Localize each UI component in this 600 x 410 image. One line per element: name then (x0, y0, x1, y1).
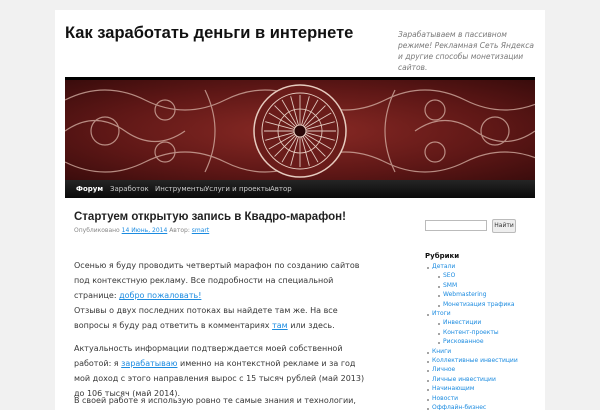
category-link[interactable]: Монетизация трафика (443, 301, 515, 308)
meta-published-label: Опубликовано (74, 227, 120, 234)
paragraph-text: Осенью я буду проводить четвертый марафо… (74, 261, 360, 300)
category-bullet (427, 389, 429, 392)
search-input[interactable] (425, 220, 487, 231)
category-bullet (427, 379, 429, 382)
search-button[interactable]: Найти (492, 219, 516, 233)
post-paragraph-3: Актуальность информации подтверждается м… (74, 341, 374, 401)
category-bullet (427, 267, 429, 269)
post: Стартуем открытую запись в Квадро-марафо… (74, 211, 374, 405)
category-link[interactable]: Личные инвестиции (432, 376, 496, 383)
nav-item-earnings[interactable]: Заработок (110, 180, 149, 198)
categories-title: Рубрики (425, 252, 460, 260)
category-link[interactable]: Начинающим (432, 385, 474, 392)
post-author-link[interactable]: smart (192, 227, 209, 234)
comments-link[interactable]: там (272, 321, 288, 330)
category-link[interactable]: Webmastering (443, 291, 487, 298)
category-link[interactable]: SMM (443, 282, 457, 289)
category-link[interactable]: Инвестиции (443, 319, 481, 326)
post-paragraph-1: Осенью я буду проводить четвертый марафо… (74, 258, 374, 303)
category-link[interactable]: Книги (432, 348, 451, 355)
category-link[interactable]: Детали (432, 263, 455, 270)
category-link[interactable]: Рискованное (443, 338, 484, 345)
category-bullet (427, 351, 429, 354)
meta-author-label: Автор: (169, 227, 190, 234)
site-title[interactable]: Как заработать деньги в интернете (65, 24, 353, 43)
page: Как заработать деньги в интернете Зараба… (55, 10, 545, 410)
nav-item-forum[interactable]: Форум (76, 180, 103, 198)
nav-item-author[interactable]: Автор (270, 180, 292, 198)
category-bullet (438, 342, 440, 345)
post-title[interactable]: Стартуем открытую запись в Квадро-марафо… (74, 211, 374, 223)
nav-item-services[interactable]: Услуги и проекты (205, 180, 270, 198)
category-bullet (438, 323, 440, 326)
category-bullet (438, 285, 440, 288)
post-date-link[interactable]: 14 Июнь, 2014 (122, 227, 168, 234)
category-link[interactable]: SEO (443, 272, 455, 279)
category-bullet (438, 304, 440, 307)
category-bullet (427, 314, 429, 316)
category-bullet (427, 361, 429, 363)
post-paragraph-2: Отзывы о двух последних потоках вы найде… (74, 303, 374, 333)
post-paragraph-4: В своей работе я использую ровно те самы… (74, 396, 356, 405)
category-bullet (438, 276, 440, 279)
header-banner (65, 77, 535, 183)
category-bullet (438, 332, 440, 335)
category-link[interactable]: Коллективные инвестиции (432, 357, 518, 364)
welcome-link[interactable]: добро пожаловать! (119, 291, 201, 300)
category-bullet (438, 295, 440, 298)
category-link[interactable]: Итоги (432, 310, 451, 317)
site-description: Зарабатываем в пассивном режиме! Рекламн… (398, 30, 534, 72)
category-link[interactable]: Контент-проекты (443, 329, 499, 336)
main-nav: Форум Заработок Инструменты Услуги и про… (65, 180, 535, 198)
category-link[interactable]: Оффлайн-бизнес (432, 404, 486, 410)
earnings-link[interactable]: зарабатываю (121, 359, 177, 368)
category-link[interactable]: Новости (432, 395, 458, 402)
category-link[interactable]: Личное (432, 366, 455, 373)
paragraph-text: или здесь. (287, 321, 335, 330)
nav-item-tools[interactable]: Инструменты (155, 180, 205, 198)
category-bullet (427, 370, 429, 373)
post-meta: Опубликовано 14 Июнь, 2014 Автор: smart (74, 227, 374, 234)
